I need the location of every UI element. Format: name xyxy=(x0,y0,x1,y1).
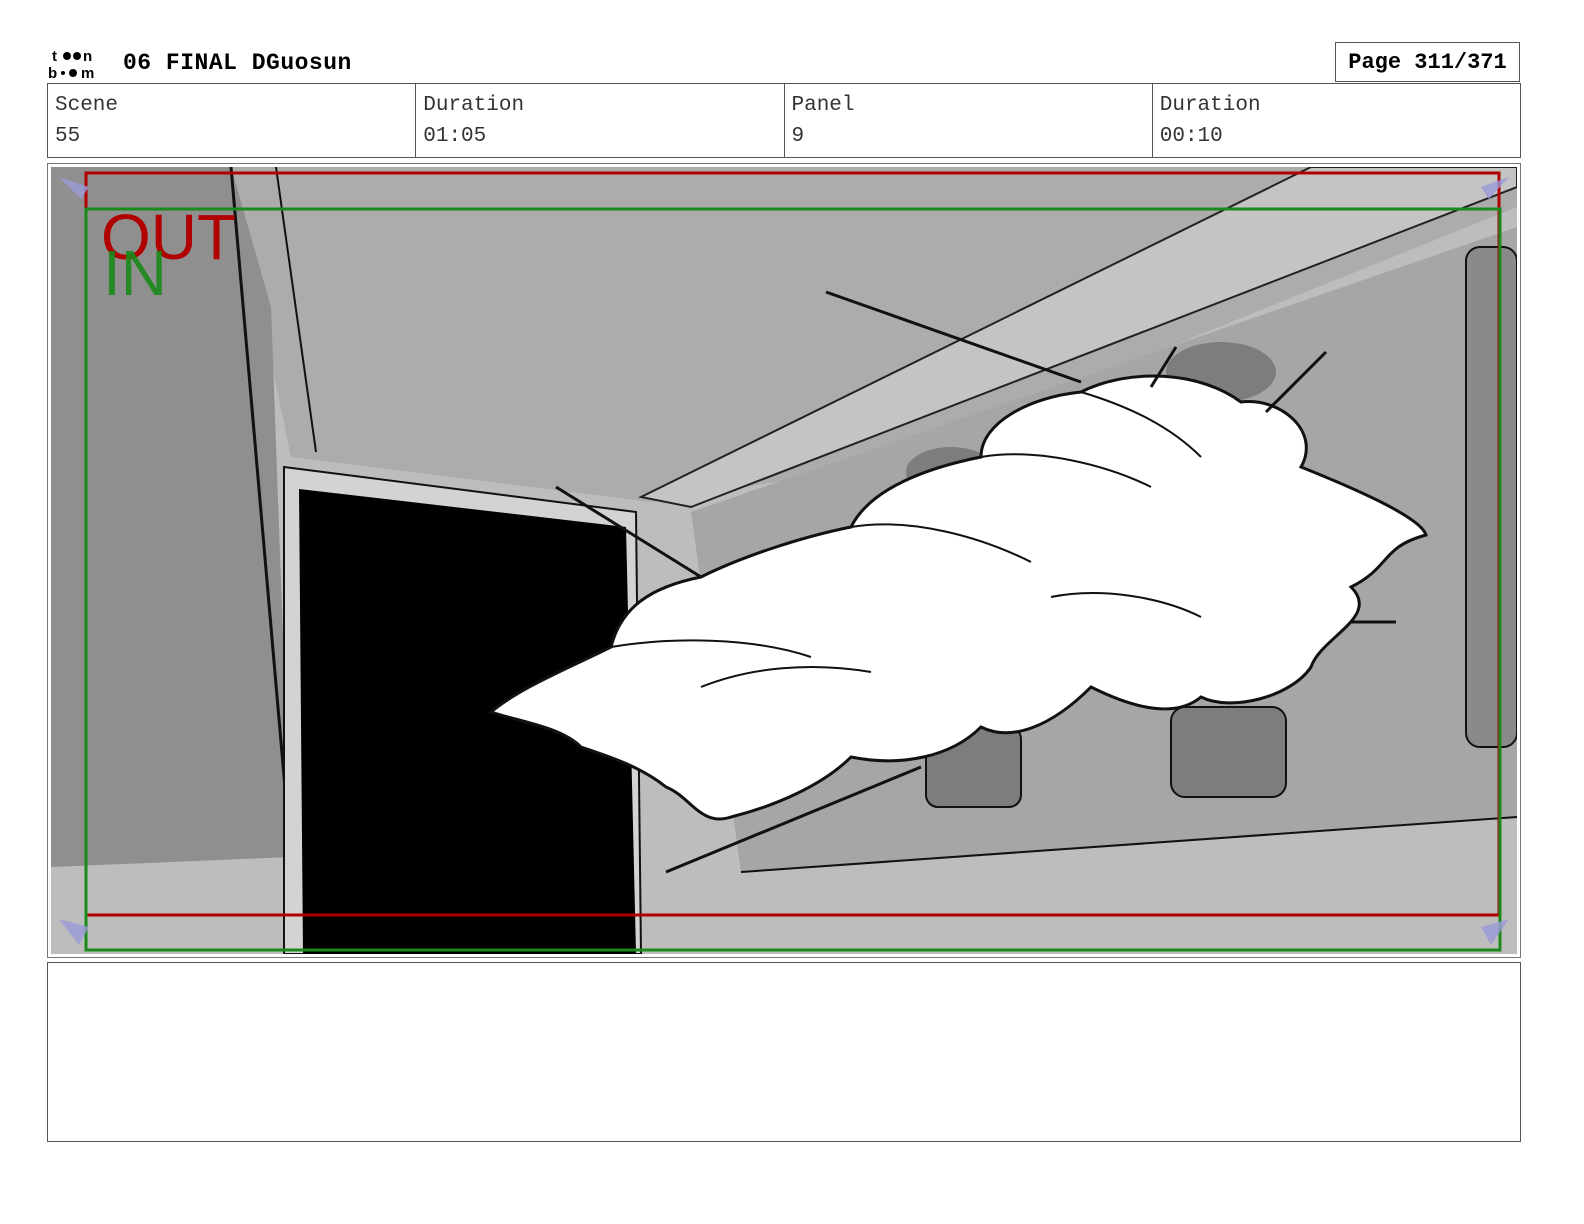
panel-label: Panel xyxy=(791,94,855,117)
in-label: IN xyxy=(103,237,167,309)
toonboom-logo: t n b m xyxy=(48,48,94,81)
page-counter: Page 311/371 xyxy=(1335,42,1520,82)
scene-duration-value: 01:05 xyxy=(423,125,487,148)
svg-text:m: m xyxy=(81,65,94,81)
info-table: Scene 55 Duration 01:05 Panel 9 Duration… xyxy=(47,83,1521,158)
panel-duration-cell: Duration 00:10 xyxy=(1153,84,1520,157)
svg-text:t: t xyxy=(52,48,57,65)
scene-duration-cell: Duration 01:05 xyxy=(416,84,785,157)
scene-label: Scene xyxy=(55,94,119,117)
document-title: 06 FINAL DGuosun xyxy=(123,50,352,76)
storyboard-panel: OUT IN xyxy=(47,163,1521,958)
panel-duration-value: 00:10 xyxy=(1159,125,1223,148)
scene-value: 55 xyxy=(55,125,81,148)
scene-cell: Scene 55 xyxy=(48,84,417,157)
ceiling-fixture xyxy=(1170,706,1287,798)
panel-cell: Panel 9 xyxy=(785,84,1153,157)
panel-value: 9 xyxy=(791,125,805,148)
svg-text:n: n xyxy=(83,48,92,65)
panel-drawing: OUT IN xyxy=(51,167,1517,954)
panel-notes xyxy=(47,962,1521,1142)
panel-duration-label: Duration xyxy=(1159,94,1261,117)
scene-duration-label: Duration xyxy=(423,94,525,117)
right-wall-panel xyxy=(1465,246,1517,748)
svg-text:b: b xyxy=(48,65,57,81)
